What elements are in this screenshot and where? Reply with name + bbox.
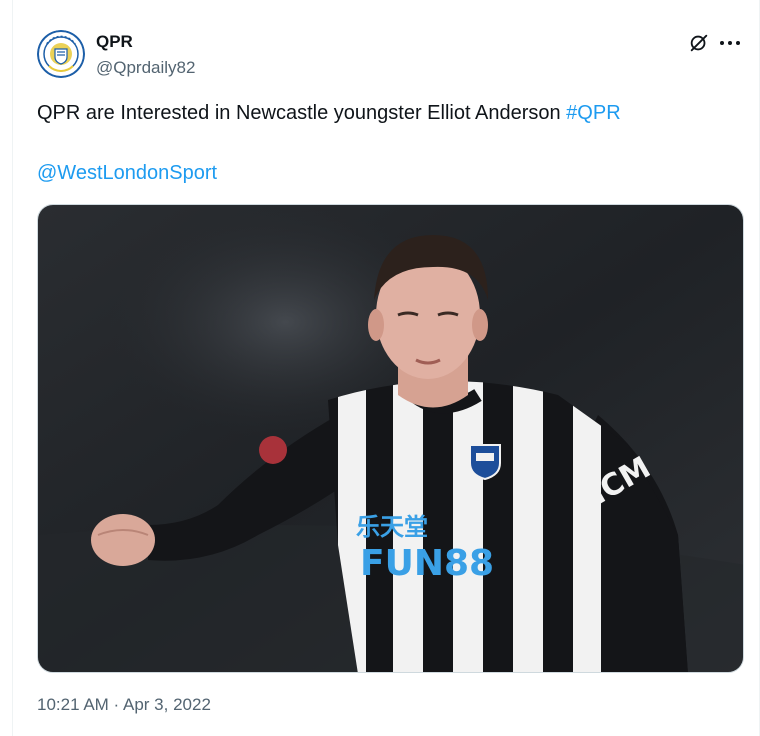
tweet-timestamp: 10:21 AM · Apr 3, 2022 [37,695,211,715]
tweet-body: QPR are Interested in Newcastle youngste… [37,102,567,124]
sponsor-text: FUN88 [360,543,494,584]
sleeve-patch [259,436,287,464]
more-options-button[interactable] [717,31,743,55]
user-handle[interactable]: @Qprdaily82 [96,58,195,78]
avatar[interactable] [37,30,85,78]
sponsor-chinese-text: 乐天堂 [356,513,428,541]
hashtag-link[interactable]: #QPR [566,102,620,124]
timestamp-separator: · [108,695,123,714]
player-photo: 乐天堂 FUN88 ICM [38,205,743,672]
display-name[interactable]: QPR [96,32,133,52]
mention-line: @WestLondonSport [37,159,217,187]
grok-button[interactable] [687,31,711,55]
mention-link[interactable]: @WestLondonSport [37,162,217,184]
more-options-icon [720,41,740,45]
tweet-text: QPR are Interested in Newcastle youngste… [37,99,747,127]
club-badge [469,444,501,481]
tweet-card: QPR @Qprdaily82 QPR are Interested in Ne… [12,0,760,736]
tweet-media-image[interactable]: 乐天堂 FUN88 ICM [37,204,744,673]
tweet-time[interactable]: 10:21 AM [37,695,109,714]
tweet-header: QPR @Qprdaily82 [37,28,749,84]
tweet-date[interactable]: Apr 3, 2022 [123,695,211,714]
qpr-crest-icon [37,30,85,78]
grok-icon [690,34,708,52]
